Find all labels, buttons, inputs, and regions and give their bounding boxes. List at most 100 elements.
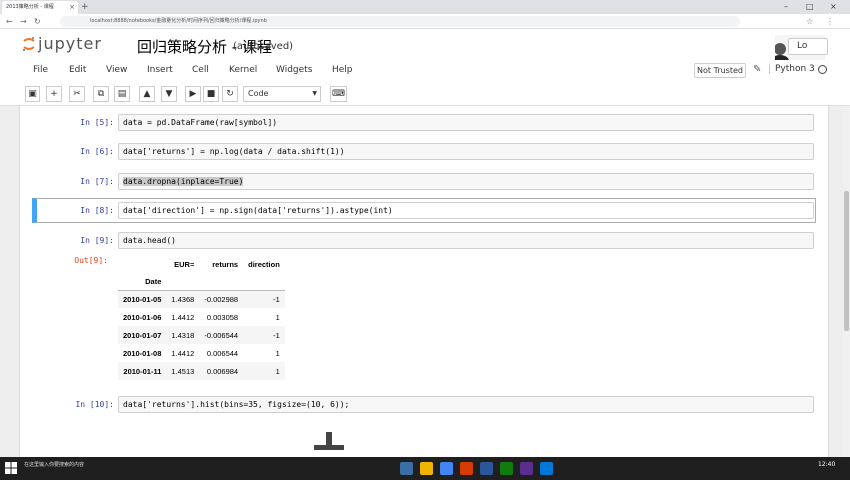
minimize-icon[interactable]: – — [784, 2, 788, 12]
run-icon[interactable]: ▶ — [185, 86, 201, 102]
browser-tab-title: 2013策略分析 - 课程 — [6, 4, 54, 10]
cell-returns: -0.006544 — [199, 326, 244, 344]
menu-kernel[interactable]: Kernel — [229, 65, 257, 75]
page-scrollbar[interactable] — [843, 106, 850, 457]
cell-direction: 1 — [275, 312, 280, 322]
row-index: 2010-01-11 — [118, 362, 167, 380]
column-header: returns — [212, 260, 239, 269]
out-prompt: Out[9]: — [74, 256, 108, 265]
in-prompt: In [10]: — [75, 400, 114, 409]
move-down-icon[interactable]: ▼ — [161, 86, 177, 102]
table-row: 2010-01-08 1.4412 0.006544 1 — [118, 344, 285, 362]
cell-direction: 1 — [275, 348, 280, 358]
menu-insert[interactable]: Insert — [147, 65, 173, 75]
row-index: 2010-01-08 — [123, 348, 162, 358]
busy-indicator-icon — [314, 432, 344, 450]
cell-type-select[interactable]: Code ▼ — [243, 86, 321, 102]
app-icon[interactable] — [460, 462, 473, 475]
highlighted-code: data.dropna(inplace=True) — [123, 177, 244, 186]
menu-cell[interactable]: Cell — [192, 65, 209, 75]
row-index: 2010-01-07 — [118, 326, 167, 344]
cell-eur: 1.4412 — [171, 312, 195, 322]
screen: { "browser": { "tab_title": "2013策略分析 - … — [0, 0, 850, 480]
bookmark-star-icon[interactable]: ☆ — [806, 16, 813, 27]
edit-pencil-icon[interactable]: ✎ — [753, 64, 761, 75]
chrome-icon[interactable] — [440, 462, 453, 475]
cell-direction: 1 — [243, 362, 285, 380]
notebook-area: In [5]: data = pd.DataFrame(raw[symbol])… — [0, 106, 850, 457]
cell-eur: 1.4513 — [166, 362, 200, 380]
code-input[interactable]: data['returns'].hist(bins=35, figsize=(1… — [118, 396, 814, 413]
index-header-blank — [118, 256, 166, 273]
table-row: 2010-01-05 1.4368 -0.002988 -1 — [118, 290, 285, 308]
reload-icon[interactable]: ↻ — [34, 16, 41, 27]
table-row: 2010-01-07 1.4318 -0.006544 -1 — [118, 326, 285, 344]
menu-widgets[interactable]: Widgets — [276, 65, 312, 75]
copy-icon[interactable]: ⧉ — [93, 86, 109, 102]
cell-returns: 0.006984 — [199, 362, 244, 380]
restart-icon[interactable]: ↻ — [222, 86, 238, 102]
app-icon[interactable] — [480, 462, 493, 475]
scrollbar-thumb[interactable] — [844, 191, 849, 331]
code-input[interactable]: data['returns'] = np.log(data / data.shi… — [118, 143, 814, 160]
jupyter-logo-text: jupyter — [38, 34, 102, 53]
table-header-row: EUR= returns direction — [118, 256, 285, 273]
column-header: EUR= — [174, 260, 195, 269]
cell-type-value: Code — [248, 89, 269, 98]
new-tab-icon[interactable]: + — [81, 2, 89, 12]
menu-file[interactable]: File — [33, 65, 48, 75]
notebook-toolbar: ▣ + ✂ ⧉ ▤ ▲ ▼ ▶ ■ ↻ Code ▼ ⌨ — [0, 82, 850, 106]
notebook-sheet: In [5]: data = pd.DataFrame(raw[symbol])… — [20, 106, 828, 457]
in-prompt: In [5]: — [80, 118, 114, 127]
windows-start-icon[interactable] — [5, 462, 17, 474]
app-icon[interactable] — [520, 462, 533, 475]
app-icon[interactable] — [500, 462, 513, 475]
maximize-icon[interactable]: □ — [806, 2, 814, 12]
move-up-icon[interactable]: ▲ — [139, 86, 155, 102]
file-explorer-icon[interactable] — [420, 462, 433, 475]
cell-direction: -1 — [243, 290, 285, 308]
cell-returns: -0.002988 — [199, 290, 244, 308]
app-icon[interactable] — [540, 462, 553, 475]
save-icon[interactable]: ▣ — [25, 86, 40, 102]
paste-icon[interactable]: ▤ — [114, 86, 130, 102]
os-taskbar: 在这里输入你要搜索的内容 12:40 — [0, 457, 850, 480]
column-header: direction — [248, 260, 280, 269]
menu-help[interactable]: Help — [332, 65, 353, 75]
task-view-icon[interactable] — [400, 462, 413, 475]
jupyter-header: jupyter 回归策略分析 - 课程 (autosaved) Lo — [0, 29, 850, 63]
table-row: 2010-01-06 1.4412 0.003058 1 — [118, 308, 285, 326]
window-close-icon[interactable]: × — [830, 2, 837, 12]
address-bar: ← → ↻ localhost:8888/notebooks/金融量化分析/时间… — [0, 14, 850, 29]
browser-tab[interactable]: 2013策略分析 - 课程 × — [2, 1, 78, 14]
browser-tab-bar: 2013策略分析 - 课程 × + – □ × — [0, 0, 850, 14]
kernel-idle-icon — [818, 65, 827, 74]
taskbar-clock[interactable]: 12:40 — [818, 461, 835, 468]
table-row: 2010-01-11 1.4513 0.006984 1 — [118, 362, 285, 380]
logout-button[interactable]: Lo — [788, 38, 828, 55]
chevron-down-icon: ▼ — [312, 90, 317, 97]
code-input[interactable]: data.head() — [118, 232, 814, 249]
browser-menu-icon[interactable]: ⋮ — [826, 16, 834, 27]
not-trusted-button[interactable]: Not Trusted — [694, 63, 746, 78]
menu-view[interactable]: View — [106, 65, 127, 75]
cell-returns: 0.003058 — [206, 312, 239, 322]
code-input[interactable]: data['direction'] = np.sign(data['return… — [118, 202, 814, 219]
code-input[interactable]: data = pd.DataFrame(raw[symbol]) — [118, 114, 814, 131]
menu-edit[interactable]: Edit — [69, 65, 86, 75]
in-prompt: In [9]: — [80, 236, 114, 245]
cell-eur: 1.4412 — [171, 348, 195, 358]
insert-cell-icon[interactable]: + — [46, 86, 62, 102]
jupyter-logo-icon — [23, 37, 35, 51]
taskbar-search-box[interactable]: 在这里输入你要搜索的内容 — [24, 461, 84, 468]
forward-icon[interactable]: → — [20, 16, 27, 27]
row-index: 2010-01-06 — [123, 312, 162, 322]
cut-icon[interactable]: ✂ — [69, 86, 85, 102]
command-palette-icon[interactable]: ⌨ — [330, 86, 347, 102]
in-prompt: In [7]: — [80, 177, 114, 186]
close-tab-icon[interactable]: × — [69, 1, 75, 14]
code-input[interactable]: data.dropna(inplace=True) — [118, 173, 814, 190]
back-icon[interactable]: ← — [6, 16, 13, 27]
interrupt-icon[interactable]: ■ — [203, 86, 219, 102]
url-input[interactable]: localhost:8888/notebooks/金融量化分析/时间序列/回归策… — [60, 16, 740, 27]
